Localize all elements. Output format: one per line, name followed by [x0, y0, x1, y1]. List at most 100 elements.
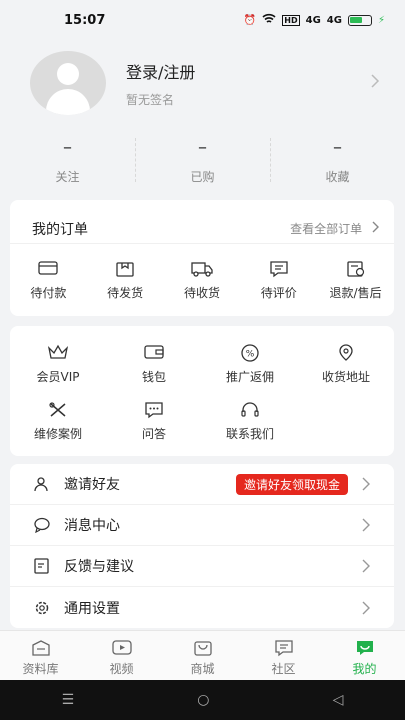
- shop-icon: [162, 639, 243, 657]
- settings-list: 邀请好友 邀请好友领取现金 消息中心 反馈与建议 通用设置: [10, 464, 394, 628]
- services-card: 会员VIP 钱包 % 推广返佣 收货地址 维修案例 问答 联系我们: [10, 326, 394, 456]
- feedback-icon: [34, 558, 52, 574]
- service-vip[interactable]: 会员VIP: [10, 344, 106, 385]
- service-label: 钱包: [141, 370, 166, 384]
- avatar[interactable]: [30, 51, 106, 115]
- stat-label: 收藏: [325, 170, 350, 184]
- alarm-icon: ⏰: [243, 14, 257, 26]
- status-icons: ⏰ HD 4G 4G ⚡: [244, 13, 385, 27]
- menu-invite-friends[interactable]: 邀请好友 邀请好友领取现金: [10, 464, 394, 505]
- service-repair-cases[interactable]: 维修案例: [10, 401, 106, 442]
- status-time: 15:07: [64, 12, 106, 28]
- svg-text:%: %: [246, 350, 255, 360]
- refund-icon: [323, 260, 389, 278]
- tab-library[interactable]: 资料库: [0, 631, 81, 680]
- signature-text: 暂无签名: [126, 92, 175, 107]
- tab-shop[interactable]: 商城: [162, 631, 243, 680]
- user-icon: [34, 476, 52, 492]
- community-icon: [243, 639, 324, 657]
- gear-icon: [34, 600, 52, 616]
- service-qa[interactable]: 问答: [106, 401, 202, 442]
- percent-icon: %: [202, 344, 298, 362]
- location-icon: [298, 344, 394, 362]
- stat-value: –: [198, 137, 207, 158]
- order-item-label: 退款/售后: [329, 286, 382, 300]
- wifi-icon: [262, 13, 276, 27]
- stat-value: –: [333, 137, 342, 158]
- card-icon: [15, 260, 81, 278]
- stats-row: – 关注 – 已购 – 收藏: [0, 138, 405, 188]
- menu-message-center[interactable]: 消息中心: [10, 505, 394, 546]
- service-label: 推广返佣: [225, 370, 274, 384]
- order-pending-shipment[interactable]: 待发货: [92, 260, 158, 301]
- hd-indicator: HD: [282, 14, 300, 26]
- chevron-right-icon: [362, 477, 370, 491]
- bottom-tab-bar: 资料库 视频 商城 社区 我的: [0, 630, 405, 680]
- charging-icon: ⚡: [377, 14, 385, 26]
- menu-label: 反馈与建议: [64, 559, 134, 575]
- home-nav-icon[interactable]: ○: [197, 692, 209, 708]
- login-register-link[interactable]: 登录/注册: [126, 59, 370, 83]
- stat-label: 关注: [55, 170, 80, 184]
- order-item-label: 待发货: [107, 286, 144, 300]
- stat-favorites[interactable]: – 收藏: [270, 138, 405, 188]
- chevron-right-icon: [362, 601, 370, 614]
- tab-label: 我的: [352, 662, 377, 676]
- chevron-right-icon: [362, 518, 370, 532]
- system-nav-bar: ☰ ○ ◁: [0, 680, 405, 720]
- order-pending-review[interactable]: 待评价: [246, 260, 312, 301]
- order-item-label: 待收货: [183, 286, 220, 300]
- order-pending-receipt[interactable]: 待收货: [169, 260, 235, 301]
- service-wallet[interactable]: 钱包: [106, 344, 202, 385]
- menu-nav-icon[interactable]: ☰: [62, 692, 75, 708]
- order-item-label: 待付款: [30, 286, 67, 300]
- tab-mine[interactable]: 我的: [324, 631, 405, 680]
- signal-1: 4G: [305, 14, 321, 26]
- menu-label: 消息中心: [64, 518, 120, 534]
- service-referral[interactable]: % 推广返佣: [202, 344, 298, 385]
- view-all-orders-link[interactable]: 查看全部订单: [290, 220, 380, 237]
- crown-icon: [10, 344, 106, 362]
- order-refund-aftersale[interactable]: 退款/售后: [323, 260, 389, 301]
- chevron-right-icon: [370, 73, 380, 93]
- service-label: 问答: [141, 427, 166, 441]
- signal-2: 4G: [326, 14, 342, 26]
- tab-label: 资料库: [22, 662, 59, 676]
- menu-general-settings[interactable]: 通用设置: [10, 587, 394, 628]
- chevron-right-icon: [372, 221, 379, 233]
- tab-community[interactable]: 社区: [243, 631, 324, 680]
- profile-header[interactable]: 登录/注册 暂无签名: [30, 48, 380, 118]
- tab-video[interactable]: 视频: [81, 631, 162, 680]
- video-icon: [81, 639, 162, 657]
- library-icon: [0, 639, 81, 657]
- mine-icon: [324, 639, 405, 657]
- chevron-right-icon: [362, 559, 370, 573]
- stat-value: –: [63, 137, 72, 158]
- stat-follow[interactable]: – 关注: [0, 138, 135, 188]
- chat-icon: [106, 401, 202, 419]
- stat-purchased[interactable]: – 已购: [135, 138, 270, 188]
- service-contact[interactable]: 联系我们: [202, 401, 298, 442]
- status-bar: 15:07 ⏰ HD 4G 4G ⚡: [0, 0, 405, 40]
- orders-title: 我的订单: [32, 221, 88, 238]
- invite-cash-badge[interactable]: 邀请好友领取现金: [235, 473, 348, 495]
- orders-header: 我的订单 查看全部订单: [10, 200, 394, 244]
- tools-icon: [10, 401, 106, 419]
- back-nav-icon[interactable]: ◁: [333, 692, 344, 708]
- service-address[interactable]: 收货地址: [298, 344, 394, 385]
- menu-label: 邀请好友: [64, 477, 120, 493]
- tab-label: 社区: [271, 662, 296, 676]
- order-item-label: 待评价: [260, 286, 297, 300]
- truck-icon: [169, 260, 235, 278]
- service-label: 收货地址: [321, 370, 370, 384]
- service-label: 维修案例: [33, 427, 82, 441]
- wallet-icon: [106, 344, 202, 362]
- order-pending-payment[interactable]: 待付款: [15, 260, 81, 301]
- view-all-label: 查看全部订单: [290, 222, 363, 236]
- menu-feedback[interactable]: 反馈与建议: [10, 546, 394, 587]
- message-icon: [34, 517, 52, 533]
- battery-icon: [347, 14, 372, 26]
- service-label: 联系我们: [225, 427, 274, 441]
- headset-icon: [202, 401, 298, 419]
- service-label: 会员VIP: [36, 370, 80, 384]
